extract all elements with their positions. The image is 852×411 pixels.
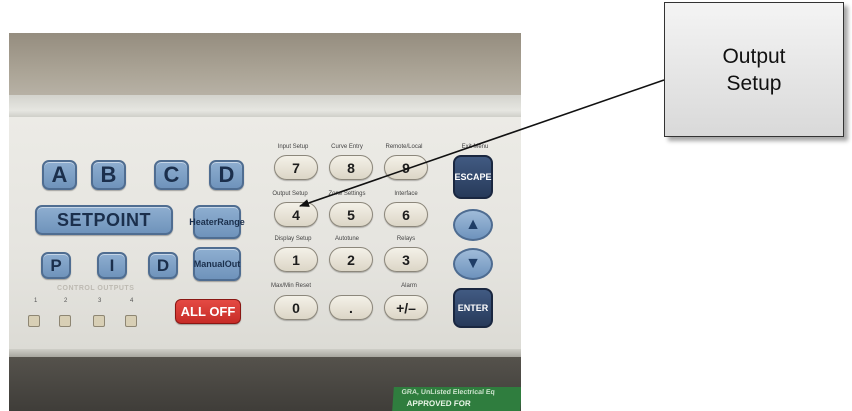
output-led-3 bbox=[93, 315, 105, 327]
output-led-2 bbox=[59, 315, 71, 327]
led-number: 1 bbox=[34, 298, 38, 304]
panel-edge bbox=[9, 349, 521, 357]
key-i[interactable]: I bbox=[97, 252, 127, 279]
manual-out-button[interactable]: Manual Out bbox=[193, 247, 241, 281]
key-label: Autotune bbox=[334, 236, 360, 242]
heater-range-button[interactable]: Heater Range bbox=[189, 205, 245, 239]
key-label: Curve Entry bbox=[331, 144, 363, 150]
controller-photo: GRA, UnListed Electrical Eq APPROVED FOR… bbox=[9, 33, 521, 411]
shelf-background bbox=[9, 33, 521, 95]
down-arrow-button[interactable]: ▼ bbox=[453, 248, 493, 280]
key-a[interactable]: A bbox=[42, 160, 77, 190]
key-label: Remote/Local bbox=[385, 144, 423, 150]
escape-button[interactable]: ESCAPE bbox=[453, 155, 493, 199]
key-d[interactable]: D bbox=[209, 160, 244, 190]
setpoint-button[interactable]: SETPOINT bbox=[35, 205, 173, 235]
key-2[interactable]: 2 bbox=[329, 247, 373, 272]
output-led-4 bbox=[125, 315, 137, 327]
exit-menu-label: Exit Menu bbox=[461, 144, 489, 150]
output-setup-callout: Output Setup bbox=[664, 2, 844, 137]
panel-bezel bbox=[9, 95, 521, 117]
key-label: Interface bbox=[394, 191, 418, 197]
key-label: Output Setup bbox=[272, 191, 308, 197]
key-pid-d[interactable]: D bbox=[148, 252, 178, 279]
key-3[interactable]: 3 bbox=[384, 247, 428, 272]
key-7[interactable]: 7 bbox=[274, 155, 318, 180]
key-b[interactable]: B bbox=[91, 160, 126, 190]
key-c[interactable]: C bbox=[154, 160, 189, 190]
all-off-button[interactable]: ALL OFF bbox=[175, 299, 241, 324]
approval-sticker: GRA, UnListed Electrical Eq APPROVED FOR bbox=[392, 387, 521, 411]
output-led-1 bbox=[28, 315, 40, 327]
key-0[interactable]: 0 bbox=[274, 295, 318, 320]
control-outputs-label: CONTROL OUTPUTS bbox=[57, 285, 135, 292]
key-9[interactable]: 9 bbox=[384, 155, 428, 180]
callout-line-1: Output bbox=[722, 44, 786, 68]
key-5[interactable]: 5 bbox=[329, 202, 373, 227]
callout-line-2: Setup bbox=[726, 71, 782, 95]
key-4[interactable]: 4 bbox=[274, 202, 318, 227]
key-6[interactable]: 6 bbox=[384, 202, 428, 227]
key-label: Max/Min Reset bbox=[270, 283, 312, 289]
up-arrow-icon: ▲ bbox=[465, 216, 481, 233]
key-label: Alarm bbox=[401, 283, 417, 289]
key-8[interactable]: 8 bbox=[329, 155, 373, 180]
key-label: Zone Settings bbox=[328, 191, 366, 197]
led-number: 4 bbox=[130, 298, 134, 304]
key-decimal[interactable]: . bbox=[329, 295, 373, 320]
key-p[interactable]: P bbox=[41, 252, 71, 279]
key-label: Input Setup bbox=[277, 144, 309, 150]
key-label: Relays bbox=[396, 236, 416, 242]
led-number: 3 bbox=[98, 298, 102, 304]
key-label: Display Setup bbox=[274, 236, 312, 242]
key-plus-minus[interactable]: +/– bbox=[384, 295, 428, 320]
key-1[interactable]: 1 bbox=[274, 247, 318, 272]
led-number: 2 bbox=[64, 298, 68, 304]
down-arrow-icon: ▼ bbox=[465, 255, 481, 272]
up-arrow-button[interactable]: ▲ bbox=[453, 209, 493, 241]
enter-button[interactable]: ENTER bbox=[453, 288, 493, 328]
